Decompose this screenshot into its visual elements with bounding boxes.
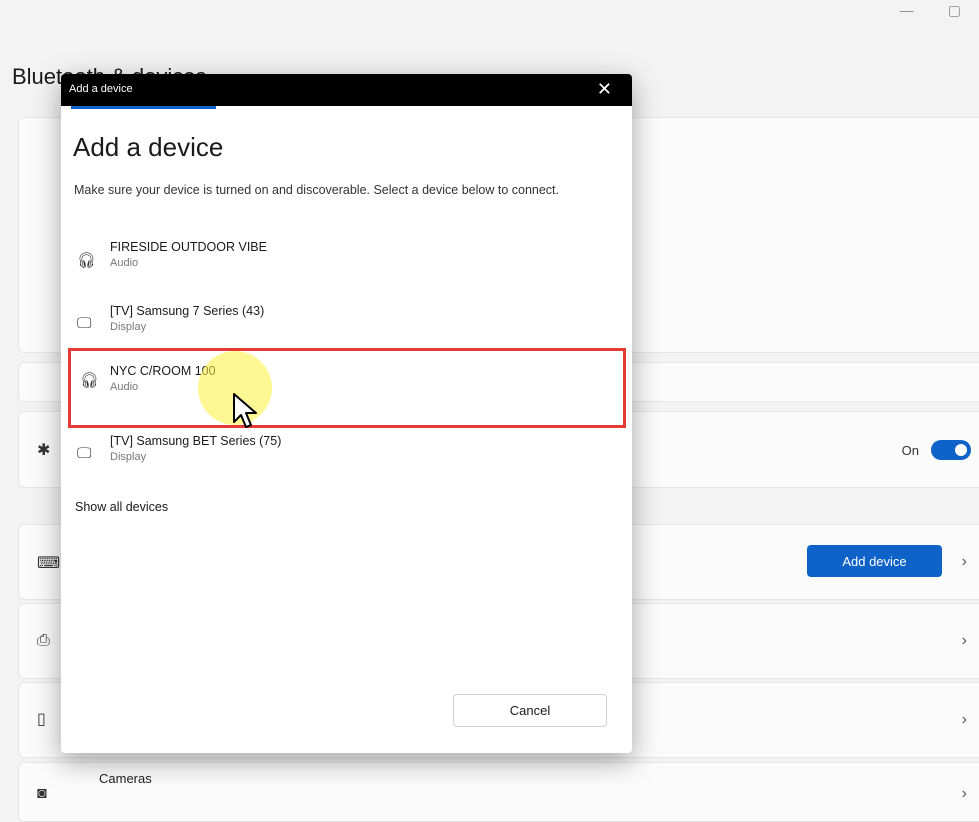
dialog-heading: Add a device bbox=[73, 132, 224, 162]
device-name: [TV] Samsung BET Series (75) bbox=[110, 434, 282, 448]
device-list-item[interactable]: 🖵︎ [TV] Samsung 7 Series (43) Display bbox=[68, 298, 626, 350]
device-type: Audio bbox=[110, 257, 139, 269]
cancel-button[interactable]: Cancel bbox=[453, 694, 607, 727]
device-list-item-selected[interactable]: 🎧︎ NYC C/ROOM 100 Audio bbox=[68, 348, 626, 428]
show-all-devices-link[interactable]: Show all devices bbox=[75, 500, 168, 514]
device-type: Audio bbox=[110, 381, 139, 393]
device-type: Display bbox=[110, 451, 147, 463]
bluetooth-toggle[interactable] bbox=[931, 440, 971, 460]
bluetooth-toggle-group: On bbox=[902, 440, 971, 460]
device-list-item[interactable]: 🖵︎ [TV] Samsung BET Series (75) Display bbox=[68, 428, 626, 480]
mouse-pointer-icon bbox=[233, 393, 257, 428]
headphones-icon: 🎧︎ bbox=[80, 372, 100, 389]
close-icon[interactable]: ✕ bbox=[591, 78, 618, 101]
monitor-icon: 🖵︎ bbox=[77, 445, 92, 462]
headphones-icon: 🎧︎ bbox=[77, 252, 97, 269]
add-device-dialog: Add a device ✕ Add a device Make sure yo… bbox=[61, 74, 632, 753]
dialog-titlebar: Add a device ✕ bbox=[61, 74, 632, 106]
cameras-row-card[interactable]: ◙ Cameras › bbox=[18, 762, 979, 822]
add-device-button[interactable]: Add device bbox=[807, 545, 942, 577]
bluetooth-toggle-label: On bbox=[901, 442, 919, 458]
minimize-icon[interactable]: — bbox=[900, 2, 914, 19]
dialog-titlebar-text: Add a device bbox=[69, 83, 133, 95]
window-controls: — ▢ bbox=[900, 2, 961, 19]
device-name: [TV] Samsung 7 Series (43) bbox=[110, 304, 265, 318]
chevron-right-icon[interactable]: › bbox=[962, 785, 967, 803]
phone-icon: ▯ bbox=[37, 711, 46, 728]
dialog-description: Make sure your device is turned on and d… bbox=[74, 183, 559, 197]
device-type: Display bbox=[110, 321, 147, 333]
printer-icon: ⎙ bbox=[37, 632, 50, 649]
bluetooth-icon: ✱ bbox=[37, 442, 51, 459]
chevron-right-icon[interactable]: › bbox=[962, 711, 967, 729]
cameras-label: Cameras bbox=[99, 771, 152, 786]
restore-icon[interactable]: ▢ bbox=[948, 2, 961, 19]
chevron-right-icon[interactable]: › bbox=[962, 553, 967, 571]
scan-progress-bar bbox=[71, 106, 216, 109]
monitor-icon: 🖵︎ bbox=[77, 315, 92, 332]
device-name: FIRESIDE OUTDOOR VIBE bbox=[110, 240, 267, 254]
device-list-item[interactable]: 🎧︎ FIRESIDE OUTDOOR VIBE Audio bbox=[68, 234, 626, 286]
camera-icon: ◙ bbox=[37, 785, 47, 802]
chevron-right-icon[interactable]: › bbox=[962, 632, 967, 650]
keyboard-icon: ⌨ bbox=[37, 555, 61, 572]
